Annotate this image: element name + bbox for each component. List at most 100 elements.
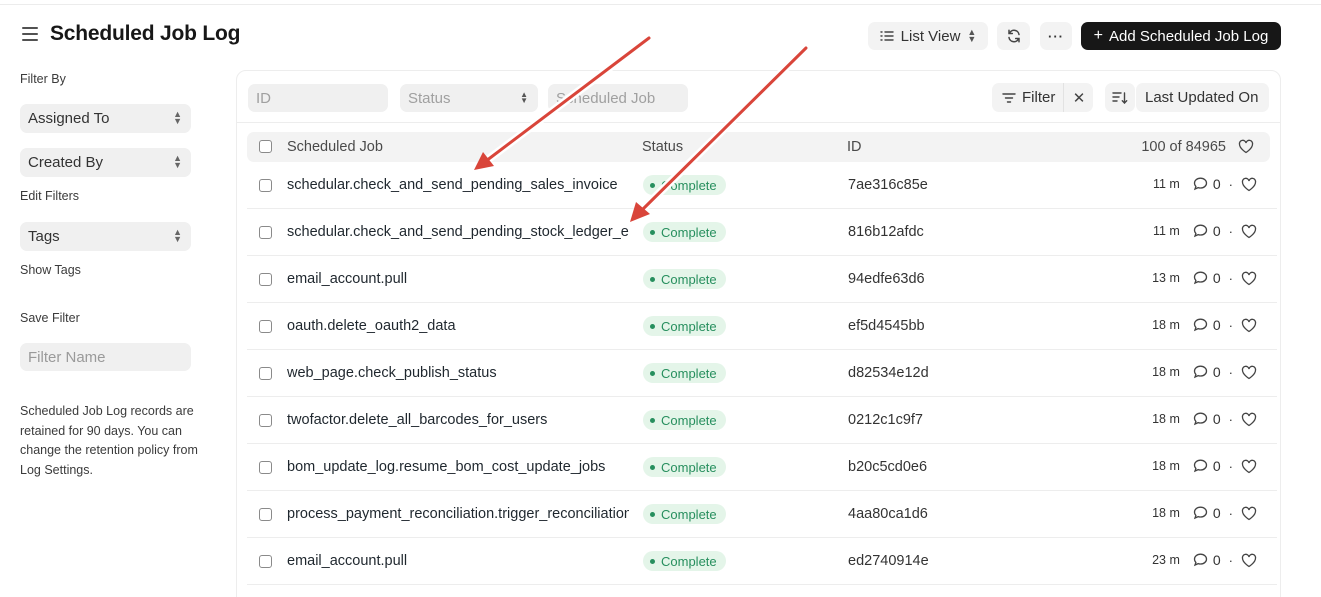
table-row[interactable]: web_page.check_publish_status Complete d82… <box>247 350 1277 397</box>
more-options-button[interactable]: ··· <box>1040 22 1072 50</box>
row-scheduled-job[interactable]: process_payment_reconciliation.trigger_r… <box>287 506 629 522</box>
heart-icon[interactable] <box>1241 177 1257 192</box>
comment-count: 0 <box>1212 411 1221 427</box>
add-scheduled-job-log-button[interactable]: + Add Scheduled Job Log <box>1081 22 1281 50</box>
comment-icon[interactable] <box>1193 459 1208 473</box>
table-row[interactable]: bom_update_log.resume_bom_cost_update_jo… <box>247 444 1277 491</box>
assigned-to-dropdown[interactable]: Assigned To ▲ ▼ <box>20 104 191 133</box>
row-modified-ago: 18 m <box>1152 365 1180 379</box>
row-checkbox[interactable] <box>259 273 272 286</box>
table-row[interactable]: email_account.pull Complete ed2740914e 23 m… <box>247 538 1277 585</box>
updown-icon: ▲ ▼ <box>173 153 182 170</box>
row-scheduled-job[interactable]: schedular.check_and_send_pending_stock_l… <box>287 224 629 240</box>
save-filter-heading: Save Filter <box>20 311 80 325</box>
row-checkbox[interactable] <box>259 226 272 239</box>
table-row[interactable]: oauth.delete_oauth2_data Complete ef5d4545… <box>247 303 1277 350</box>
table-row[interactable]: twofactor.delete_all_barcodes_for_users C… <box>247 397 1277 444</box>
status-badge-label: Complete <box>661 412 717 428</box>
row-scheduled-job[interactable]: bom_update_log.resume_bom_cost_update_jo… <box>287 459 629 475</box>
row-modified-ago: 18 m <box>1152 318 1180 332</box>
sidebar-toggle-icon[interactable] <box>22 27 38 41</box>
table-row[interactable]: process_payment_reconciliation.trigger_r… <box>247 491 1277 538</box>
clear-filter-button[interactable]: ✕ <box>1065 83 1093 112</box>
status-badge: Complete <box>643 363 726 383</box>
row-scheduled-job[interactable]: schedular.check_and_send_pending_sales_i… <box>287 177 629 193</box>
row-meta: 18 m 0 · <box>1152 364 1257 380</box>
created-by-label: Created By <box>28 154 104 171</box>
row-modified-ago: 18 m <box>1152 506 1180 520</box>
sort-field-button[interactable]: Last Updated On <box>1136 83 1269 112</box>
comment-icon[interactable] <box>1193 553 1208 567</box>
heart-icon[interactable] <box>1241 271 1257 286</box>
comment-icon[interactable] <box>1193 271 1208 285</box>
table-row[interactable]: schedular.check_and_send_pending_sales_i… <box>247 162 1277 209</box>
comment-icon[interactable] <box>1193 412 1208 426</box>
column-status: Status <box>642 139 684 155</box>
row-count: 100 of 84965 <box>1141 139 1226 155</box>
row-scheduled-job[interactable]: oauth.delete_oauth2_data <box>287 318 629 334</box>
status-dot-icon <box>650 323 655 329</box>
tags-dropdown[interactable]: Tags ▲ ▼ <box>20 222 191 251</box>
heart-icon[interactable] <box>1241 224 1257 239</box>
row-modified-ago: 11 m <box>1152 177 1180 191</box>
heart-icon[interactable] <box>1241 318 1257 333</box>
row-checkbox[interactable] <box>259 367 272 380</box>
row-scheduled-job[interactable]: twofactor.delete_all_barcodes_for_users <box>287 412 629 428</box>
status-badge-label: Complete <box>661 553 717 569</box>
scheduled-job-filter-input[interactable] <box>548 84 688 112</box>
id-filter-input[interactable] <box>248 84 388 112</box>
comment-icon[interactable] <box>1193 177 1208 191</box>
heart-icon[interactable] <box>1241 365 1257 380</box>
row-checkbox[interactable] <box>259 555 272 568</box>
row-checkbox[interactable] <box>259 414 272 427</box>
table-row[interactable]: email_account.pull Complete 94edfe63d6 13 m… <box>247 256 1277 303</box>
heart-icon[interactable] <box>1238 139 1254 158</box>
heart-icon[interactable] <box>1241 506 1257 521</box>
row-meta: 13 m 0 · <box>1152 270 1257 286</box>
heart-icon[interactable] <box>1241 412 1257 427</box>
status-badge-label: Complete <box>661 271 717 287</box>
row-checkbox[interactable] <box>259 461 272 474</box>
top-divider <box>0 4 1321 5</box>
updown-icon: ▲ ▼ <box>967 27 977 44</box>
row-scheduled-job[interactable]: email_account.pull <box>287 553 629 569</box>
row-checkbox[interactable] <box>259 320 272 333</box>
row-checkbox[interactable] <box>259 508 272 521</box>
row-checkbox[interactable] <box>259 179 272 192</box>
status-dot-icon <box>650 370 655 376</box>
show-tags-link[interactable]: Show Tags <box>20 263 81 277</box>
heart-icon[interactable] <box>1241 459 1257 474</box>
status-badge: Complete <box>643 175 726 195</box>
separator-dot: · <box>1228 176 1233 192</box>
comment-icon[interactable] <box>1193 365 1208 379</box>
separator-dot: · <box>1228 458 1233 474</box>
comment-icon[interactable] <box>1193 224 1208 238</box>
separator-dot: · <box>1228 317 1233 333</box>
row-id: ed2740914e <box>848 553 929 569</box>
row-id: d82534e12d <box>848 365 929 381</box>
row-scheduled-job[interactable]: web_page.check_publish_status <box>287 365 629 381</box>
list-view-button[interactable]: List View ▲ ▼ <box>868 22 988 50</box>
row-id: 0212c1c9f7 <box>848 412 923 428</box>
row-scheduled-job[interactable]: email_account.pull <box>287 271 629 287</box>
created-by-dropdown[interactable]: Created By ▲ ▼ <box>20 148 191 177</box>
status-badge-label: Complete <box>661 318 717 334</box>
edit-filters-link[interactable]: Edit Filters <box>20 189 79 203</box>
comment-count: 0 <box>1212 552 1221 568</box>
table-row[interactable]: schedular.check_and_send_pending_stock_l… <box>247 209 1277 256</box>
comment-icon[interactable] <box>1193 506 1208 520</box>
heart-icon[interactable] <box>1241 553 1257 568</box>
comment-icon[interactable] <box>1193 318 1208 332</box>
row-id: 7ae316c85e <box>848 177 928 193</box>
select-all-checkbox[interactable] <box>259 140 272 153</box>
row-meta: 11 m 0 · <box>1153 223 1257 239</box>
retention-note: Scheduled Job Log records are retained f… <box>20 404 198 477</box>
refresh-button[interactable] <box>997 22 1030 50</box>
filter-name-input[interactable] <box>20 343 191 371</box>
comment-count: 0 <box>1212 458 1221 474</box>
filter-icon <box>1002 92 1016 103</box>
sort-direction-button[interactable] <box>1105 83 1135 112</box>
row-meta: 18 m 0 · <box>1152 317 1257 333</box>
status-filter-select[interactable]: Status ▲ ▼ <box>400 84 538 112</box>
plus-icon: + <box>1093 27 1104 44</box>
